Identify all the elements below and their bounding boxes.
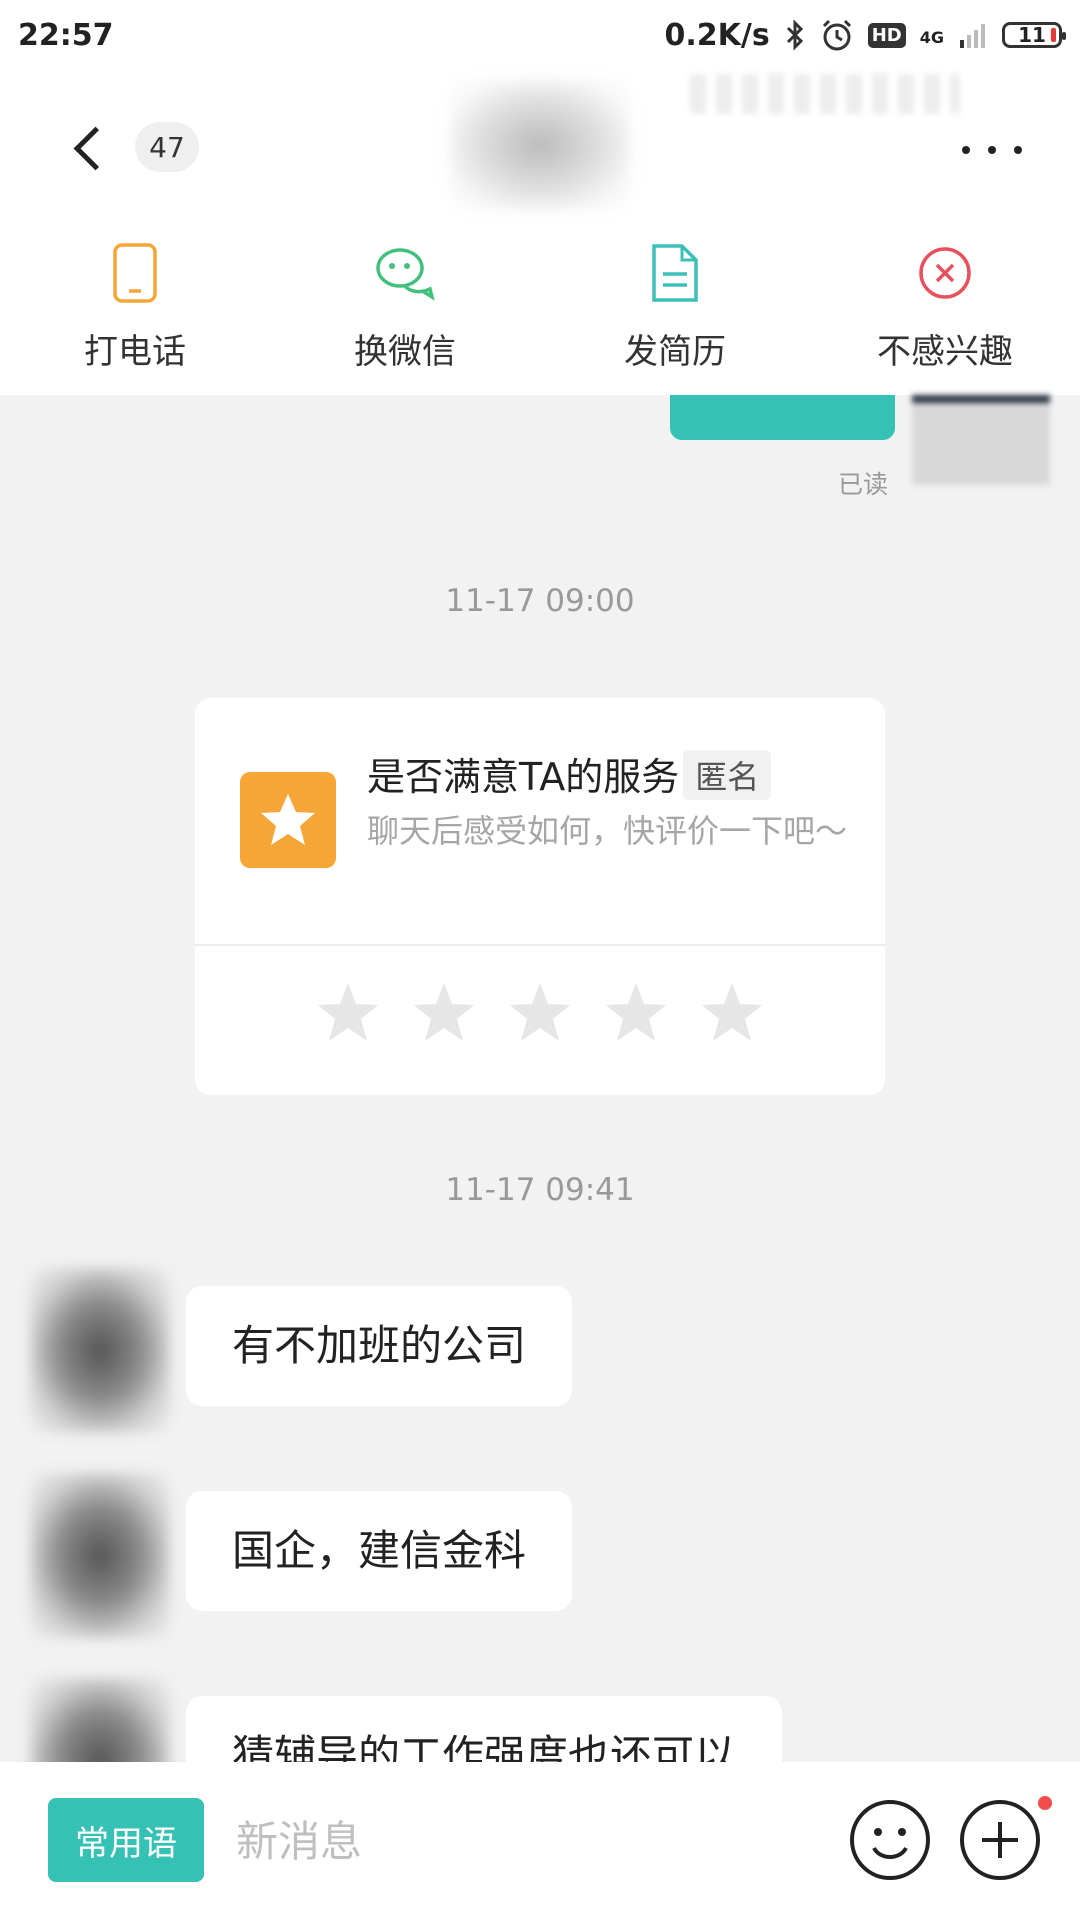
plus-icon[interactable] — [958, 1798, 1042, 1882]
battery-level: 11 — [1018, 23, 1046, 47]
unread-count-badge[interactable]: 47 — [135, 122, 199, 172]
action-call[interactable]: 打电话 — [0, 240, 270, 390]
bluetooth-icon — [786, 19, 803, 51]
emoji-icon[interactable] — [848, 1798, 932, 1882]
rating-title: 是否满意TA的服务 匿名 — [367, 746, 772, 801]
read-status: 已读 — [838, 470, 889, 499]
network-speed: 0.2K/s — [664, 17, 770, 53]
rating-subtitle: 聊天后感受如何，快评价一下吧～ — [367, 812, 848, 850]
signal-icon — [960, 24, 985, 48]
back-arrow-icon — [73, 126, 117, 170]
status-icons: 0.2K/s HD 4G 11 — [664, 17, 1066, 53]
action-wechat-label: 换微信 — [354, 332, 456, 372]
battery-icon: 11 — [1002, 22, 1066, 48]
rating-star-5[interactable] — [700, 980, 764, 1044]
action-wechat[interactable]: 换微信 — [270, 240, 540, 390]
chat-header: 47 打电话 换微信 发简历 不感兴趣 — [0, 70, 1080, 395]
network-type: 4G — [919, 27, 944, 47]
received-message[interactable]: 有不加班的公司 — [186, 1286, 573, 1406]
clock: 22:57 — [18, 17, 114, 53]
rating-star-4[interactable] — [604, 980, 668, 1044]
not-interested-icon — [912, 240, 978, 306]
rating-star-2[interactable] — [412, 980, 476, 1044]
contact-avatar[interactable] — [30, 1268, 170, 1433]
input-bar: 常用语 — [0, 1762, 1080, 1920]
action-resume[interactable]: 发简历 — [540, 240, 810, 390]
wechat-icon — [372, 240, 438, 306]
action-not-interested[interactable]: 不感兴趣 — [810, 240, 1080, 390]
alarm-icon — [822, 19, 851, 51]
star-icon — [240, 772, 336, 868]
contact-info-blurred — [690, 74, 960, 114]
contact-avatar[interactable] — [30, 1473, 170, 1638]
rating-title-text: 是否满意TA的服务 — [367, 755, 680, 799]
received-message[interactable]: 国企，建信金科 — [186, 1491, 573, 1611]
rating-star-1[interactable] — [316, 980, 380, 1044]
battery-low-indicator — [1051, 28, 1056, 42]
anonymous-tag: 匿名 — [683, 750, 772, 800]
action-resume-label: 发简历 — [624, 332, 726, 372]
message-input[interactable] — [234, 1798, 818, 1884]
rating-stars — [195, 980, 885, 1060]
timestamp: 11-17 09:41 — [445, 1172, 635, 1208]
sent-message-bubble[interactable] — [670, 395, 895, 440]
phone-icon — [102, 240, 168, 306]
action-call-label: 打电话 — [84, 332, 186, 372]
hd-badge: HD — [867, 22, 906, 48]
status-bar: 22:57 0.2K/s HD 4G 11 — [0, 0, 1080, 70]
resume-icon — [642, 240, 708, 306]
quick-actions: 打电话 换微信 发简历 不感兴趣 — [0, 240, 1080, 390]
notification-dot — [1038, 1796, 1052, 1810]
divider — [195, 944, 885, 946]
action-not-interested-label: 不感兴趣 — [877, 332, 1013, 372]
rating-star-3[interactable] — [508, 980, 572, 1044]
quick-phrases-button[interactable]: 常用语 — [48, 1798, 204, 1882]
more-options-button[interactable] — [962, 130, 1022, 170]
contact-name-blurred — [450, 80, 630, 210]
more-options-icon — [962, 146, 970, 154]
back-button[interactable] — [60, 118, 120, 178]
timestamp: 11-17 09:00 — [445, 583, 635, 619]
rating-card: 是否满意TA的服务 匿名 聊天后感受如何，快评价一下吧～ — [195, 698, 885, 1095]
my-avatar[interactable] — [912, 395, 1050, 485]
